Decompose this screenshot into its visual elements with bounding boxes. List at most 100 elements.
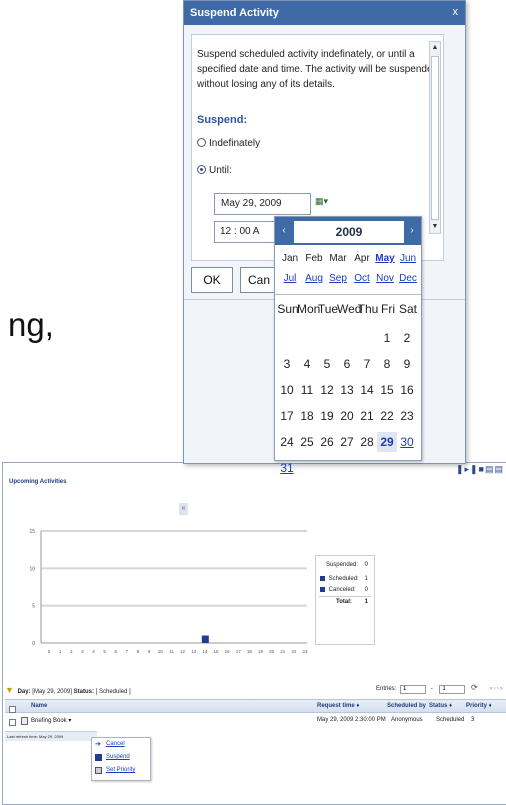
month-jun[interactable]: Jun	[396, 253, 420, 264]
menu-item-set-priority[interactable]: Set Priority	[106, 765, 135, 775]
weekday-sat: Sat	[398, 302, 417, 316]
day-25[interactable]: 25	[297, 432, 317, 452]
day-4[interactable]: 4	[297, 354, 317, 374]
radio-circle[interactable]	[197, 165, 206, 174]
entries-to-input[interactable]	[439, 684, 466, 694]
scroll-thumb[interactable]	[431, 56, 439, 220]
month-feb[interactable]: Feb	[302, 253, 326, 264]
dialog-scrollbar[interactable]: ▲ ▼	[429, 41, 441, 234]
filter-icon[interactable]: ▼	[5, 685, 14, 695]
day-10[interactable]: 10	[277, 380, 297, 400]
day-21[interactable]: 21	[357, 406, 377, 426]
month-apr[interactable]: Apr	[350, 253, 374, 264]
month-jul[interactable]: Jul	[278, 273, 302, 284]
day-28[interactable]: 28	[357, 432, 377, 452]
day-5[interactable]: 5	[317, 354, 337, 374]
refresh-icon[interactable]: ⟳	[471, 683, 478, 692]
table-row[interactable]: Briefing Book ▾ May 29, 2009 2:30:00 PM …	[5, 715, 506, 727]
legend-label: Scheduled:	[328, 576, 359, 582]
upcoming-activities-panel: Upcoming Activities ❚▸❚■▤▤ « 15 10 5 0 0 1 2 3 4…	[2, 462, 506, 805]
day-27[interactable]: 27	[337, 432, 357, 452]
month-dec[interactable]: Dec	[396, 273, 420, 284]
column-priority[interactable]: Priority ♦	[466, 703, 492, 709]
scroll-down-icon[interactable]: ▼	[430, 221, 440, 233]
column-scheduled-by[interactable]: Scheduled by	[387, 703, 426, 709]
toolbar-icons[interactable]: ❚▸❚■▤▤	[456, 464, 504, 475]
chart-legend: Suspended: 0 Scheduled: 1 Canceled: 0 To…	[315, 555, 375, 645]
day-9[interactable]: 9	[397, 354, 417, 374]
legend-canceled: Canceled: 0	[320, 585, 370, 595]
scroll-up-icon[interactable]: ▲	[430, 42, 440, 54]
day-8[interactable]: 8	[377, 354, 397, 374]
day-12[interactable]: 12	[317, 380, 337, 400]
day-17[interactable]: 17	[277, 406, 297, 426]
radio-label: Until:	[209, 165, 232, 176]
day-16[interactable]: 16	[397, 380, 417, 400]
calendar-picker-icon[interactable]: ▦▾	[315, 196, 331, 209]
bar-scheduled	[201, 635, 209, 643]
legend-swatch	[320, 575, 325, 581]
day-29[interactable]: 29	[377, 432, 397, 452]
calendar-popup: ‹ 2009 › Jan Feb Mar Apr May Jun Jul Aug Sep Oct N…	[274, 216, 422, 475]
suspend-icon	[95, 754, 102, 761]
x-tick-label: 4	[92, 649, 95, 654]
day-26[interactable]: 26	[317, 432, 337, 452]
next-year-icon[interactable]: ›	[406, 217, 418, 245]
column-status[interactable]: Status ♦	[429, 703, 452, 709]
pager-arrows-icon[interactable]: «‹›»	[489, 686, 504, 692]
cancel-icon: ➔	[95, 741, 101, 748]
row-priority: 3	[471, 717, 475, 723]
column-name[interactable]: Name	[31, 703, 47, 709]
y-tick-label: 5	[32, 604, 35, 610]
menu-item-suspend[interactable]: Suspend	[106, 752, 130, 762]
day-13[interactable]: 13	[337, 380, 357, 400]
month-jan[interactable]: Jan	[278, 253, 302, 264]
row-scheduled-by: Anonymous	[391, 717, 423, 723]
entries-from-input[interactable]	[400, 684, 427, 694]
menu-item-cancel[interactable]: Cancel	[106, 739, 125, 749]
month-oct[interactable]: Oct	[350, 273, 374, 284]
month-aug[interactable]: Aug	[302, 273, 326, 284]
day-24[interactable]: 24	[277, 432, 297, 452]
day-30[interactable]: 30	[397, 432, 417, 452]
day-7[interactable]: 7	[357, 354, 377, 374]
x-tick-label: 21	[280, 649, 286, 654]
day-22[interactable]: 22	[377, 406, 397, 426]
entries-pager: Entries: - ⟳ «‹›»	[376, 683, 504, 694]
day-11[interactable]: 11	[297, 380, 317, 400]
row-name-link[interactable]: Briefing Book ▾	[31, 717, 71, 724]
row-context-menu: ➔ Cancel Suspend Set Priority	[91, 737, 151, 781]
day-23[interactable]: 23	[397, 406, 417, 426]
day-18[interactable]: 18	[297, 406, 317, 426]
day-19[interactable]: 19	[317, 406, 337, 426]
x-tick-label: 20	[269, 649, 275, 654]
day-3[interactable]: 3	[277, 354, 297, 374]
collapse-arrow-icon[interactable]: «	[179, 503, 188, 515]
day-2[interactable]: 2	[397, 328, 417, 348]
day-15[interactable]: 15	[377, 380, 397, 400]
close-icon[interactable]: x	[453, 1, 459, 23]
day-20[interactable]: 20	[337, 406, 357, 426]
x-tick-label: 14	[202, 649, 208, 654]
day-31[interactable]: 31	[277, 458, 297, 478]
legend-value: 0	[364, 587, 368, 593]
month-sep[interactable]: Sep	[326, 273, 350, 284]
month-mar[interactable]: Mar	[326, 253, 350, 264]
radio-until[interactable]: Until:	[197, 165, 232, 176]
ok-button[interactable]: OK	[191, 267, 233, 293]
prev-year-icon[interactable]: ‹	[278, 217, 290, 245]
day-6[interactable]: 6	[337, 354, 357, 374]
column-request-time[interactable]: Request time ♦	[317, 703, 359, 709]
status-value: [ Scheduled ]	[95, 689, 131, 695]
month-may[interactable]: May	[373, 253, 397, 264]
time-field[interactable]: 12 : 00 A	[214, 221, 282, 243]
radio-indefinitely[interactable]: Indefinately	[197, 138, 260, 149]
day-1[interactable]: 1	[377, 328, 397, 348]
weekday-fri: Fri	[381, 302, 395, 316]
legend-value: 1	[364, 576, 368, 582]
radio-circle[interactable]	[197, 138, 206, 147]
date-field[interactable]: May 29, 2009	[214, 193, 311, 215]
weekday-sun: Sun	[277, 302, 299, 316]
day-14[interactable]: 14	[357, 380, 377, 400]
month-nov[interactable]: Nov	[373, 273, 397, 284]
